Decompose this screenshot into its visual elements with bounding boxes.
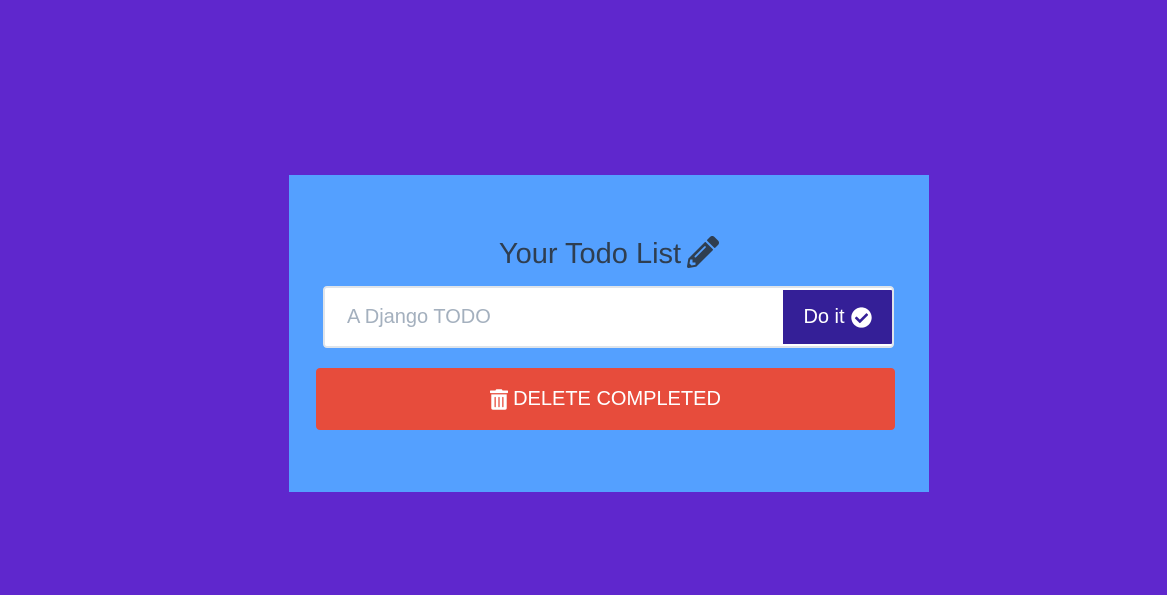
todo-input[interactable] <box>327 290 777 344</box>
delete-completed-button[interactable]: DELETE COMPLETED <box>316 368 895 430</box>
trash-icon <box>490 388 509 410</box>
pencil-icon <box>687 236 720 269</box>
do-it-button[interactable]: Do it <box>781 288 892 346</box>
page-title: Your Todo List <box>289 236 929 272</box>
check-circle-icon <box>850 306 872 328</box>
delete-completed-label: DELETE COMPLETED <box>513 387 721 410</box>
do-it-label: Do it <box>803 305 845 328</box>
page-title-text: Your Todo List <box>498 238 682 270</box>
todo-input-group: Do it <box>323 286 894 348</box>
